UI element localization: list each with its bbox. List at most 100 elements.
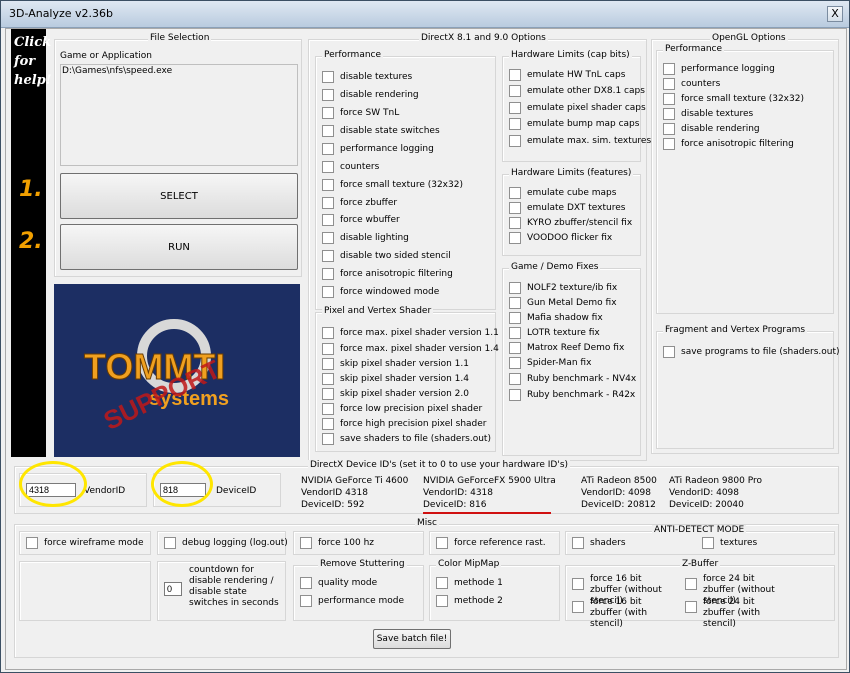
cb-gl-logging[interactable]: performance logging: [663, 63, 775, 75]
checkbox[interactable]: [436, 537, 448, 549]
cb-ruby-r42x[interactable]: Ruby benchmark - R42x: [509, 389, 635, 401]
cb-disable-rendering[interactable]: disable rendering: [322, 89, 419, 101]
checkbox[interactable]: [702, 537, 714, 549]
checkbox[interactable]: [509, 389, 521, 401]
cb-skip-ps-11[interactable]: skip pixel shader version 1.1: [322, 358, 469, 370]
checkbox[interactable]: [322, 327, 334, 339]
cb-force-100hz[interactable]: force 100 hz: [300, 537, 374, 549]
checkbox[interactable]: [322, 197, 334, 209]
checkbox[interactable]: [509, 342, 521, 354]
cb-force-small-texture[interactable]: force small texture (32x32): [322, 179, 463, 191]
cb-spiderman[interactable]: Spider-Man fix: [509, 357, 591, 369]
checkbox[interactable]: [663, 108, 675, 120]
cb-quality-mode[interactable]: quality mode: [300, 577, 377, 589]
cb-counters[interactable]: counters: [322, 161, 379, 173]
cb-emulate-bump[interactable]: emulate bump map caps: [509, 118, 639, 130]
cb-emulate-ps-caps[interactable]: emulate pixel shader caps: [509, 102, 646, 114]
checkbox[interactable]: [322, 143, 334, 155]
cb-methode-2[interactable]: methode 2: [436, 595, 503, 607]
checkbox[interactable]: [322, 161, 334, 173]
cb-low-precision-ps[interactable]: force low precision pixel shader: [322, 403, 482, 415]
cb-voodoo-fix[interactable]: VOODOO flicker fix: [509, 232, 612, 244]
cb-emulate-dxt[interactable]: emulate DXT textures: [509, 202, 625, 214]
checkbox[interactable]: [509, 327, 521, 339]
checkbox[interactable]: [663, 78, 675, 90]
cb-performance-logging[interactable]: performance logging: [322, 143, 434, 155]
checkbox[interactable]: [322, 89, 334, 101]
cb-force-windowed[interactable]: force windowed mode: [322, 286, 439, 298]
checkbox[interactable]: [322, 388, 334, 400]
checkbox[interactable]: [509, 373, 521, 385]
select-button[interactable]: SELECT: [60, 173, 298, 219]
checkbox[interactable]: [322, 179, 334, 191]
checkbox[interactable]: [509, 357, 521, 369]
cb-emulate-cube[interactable]: emulate cube maps: [509, 187, 616, 199]
cb-gl-disable-rendering[interactable]: disable rendering: [663, 123, 760, 135]
checkbox[interactable]: [436, 595, 448, 607]
cb-disable-two-sided-stencil[interactable]: disable two sided stencil: [322, 250, 451, 262]
checkbox[interactable]: [322, 358, 334, 370]
checkbox[interactable]: [509, 312, 521, 324]
checkbox[interactable]: [509, 232, 521, 244]
checkbox[interactable]: [509, 202, 521, 214]
help-text[interactable]: Click for help!: [14, 33, 51, 90]
cb-disable-textures[interactable]: disable textures: [322, 71, 412, 83]
checkbox[interactable]: [509, 217, 521, 229]
checkbox[interactable]: [436, 577, 448, 589]
checkbox[interactable]: [322, 268, 334, 280]
checkbox[interactable]: [663, 63, 675, 75]
cb-force-zbuffer[interactable]: force zbuffer: [322, 197, 397, 209]
checkbox[interactable]: [322, 250, 334, 262]
cb-gun-metal[interactable]: Gun Metal Demo fix: [509, 297, 617, 309]
path-field[interactable]: D:\Games\nfs\speed.exe: [60, 64, 298, 166]
checkbox[interactable]: [509, 102, 521, 114]
checkbox[interactable]: [509, 118, 521, 130]
cb-lotr[interactable]: LOTR texture fix: [509, 327, 600, 339]
cb-reference-rast[interactable]: force reference rast.: [436, 537, 546, 549]
cb-save-programs[interactable]: save programs to file (shaders.out): [663, 346, 840, 358]
checkbox[interactable]: [322, 214, 334, 226]
cb-gl-counters[interactable]: counters: [663, 78, 720, 90]
cb-emulate-hw-tnl[interactable]: emulate HW TnL caps: [509, 69, 625, 81]
cb-disable-lighting[interactable]: disable lighting: [322, 232, 409, 244]
cb-emulate-dx81[interactable]: emulate other DX8.1 caps: [509, 85, 645, 97]
checkbox[interactable]: [509, 187, 521, 199]
cb-gl-small-texture[interactable]: force small texture (32x32): [663, 93, 804, 105]
checkbox[interactable]: [322, 373, 334, 385]
cb-wireframe[interactable]: force wireframe mode: [26, 537, 144, 549]
cb-force-sw-tnl[interactable]: force SW TnL: [322, 107, 399, 119]
help-strip[interactable]: Click for help! 1. 2.: [11, 29, 51, 457]
checkbox[interactable]: [509, 282, 521, 294]
checkbox[interactable]: [663, 123, 675, 135]
checkbox[interactable]: [509, 85, 521, 97]
cb-gl-anisotropic[interactable]: force anisotropic filtering: [663, 138, 794, 150]
cb-disable-state-switches[interactable]: disable state switches: [322, 125, 440, 137]
checkbox[interactable]: [322, 418, 334, 430]
checkbox[interactable]: [509, 135, 521, 147]
checkbox[interactable]: [509, 69, 521, 81]
cb-antidetect-textures[interactable]: textures: [702, 537, 757, 549]
checkbox[interactable]: [663, 93, 675, 105]
run-button[interactable]: RUN: [60, 224, 298, 270]
checkbox[interactable]: [663, 138, 675, 150]
cb-nolf2[interactable]: NOLF2 texture/ib fix: [509, 282, 617, 294]
checkbox[interactable]: [663, 346, 675, 358]
cb-antidetect-shaders[interactable]: shaders: [572, 537, 626, 549]
checkbox[interactable]: [300, 537, 312, 549]
checkbox[interactable]: [509, 297, 521, 309]
cb-emulate-sim-textures[interactable]: emulate max. sim. textures: [509, 135, 651, 147]
cb-ruby-nv4x[interactable]: Ruby benchmark - NV4x: [509, 373, 636, 385]
checkbox[interactable]: [322, 107, 334, 119]
checkbox[interactable]: [572, 601, 584, 613]
checkbox[interactable]: [685, 578, 697, 590]
save-batch-button[interactable]: Save batch file!: [373, 629, 451, 649]
cb-max-ps-14[interactable]: force max. pixel shader version 1.4: [322, 343, 499, 355]
checkbox[interactable]: [572, 537, 584, 549]
cb-performance-mode[interactable]: performance mode: [300, 595, 404, 607]
close-button[interactable]: X: [827, 6, 843, 22]
checkbox[interactable]: [322, 286, 334, 298]
cb-debug-logging[interactable]: debug logging (log.out): [164, 537, 288, 549]
checkbox[interactable]: [322, 433, 334, 445]
cb-skip-ps-20[interactable]: skip pixel shader version 2.0: [322, 388, 469, 400]
cb-gl-disable-textures[interactable]: disable textures: [663, 108, 753, 120]
